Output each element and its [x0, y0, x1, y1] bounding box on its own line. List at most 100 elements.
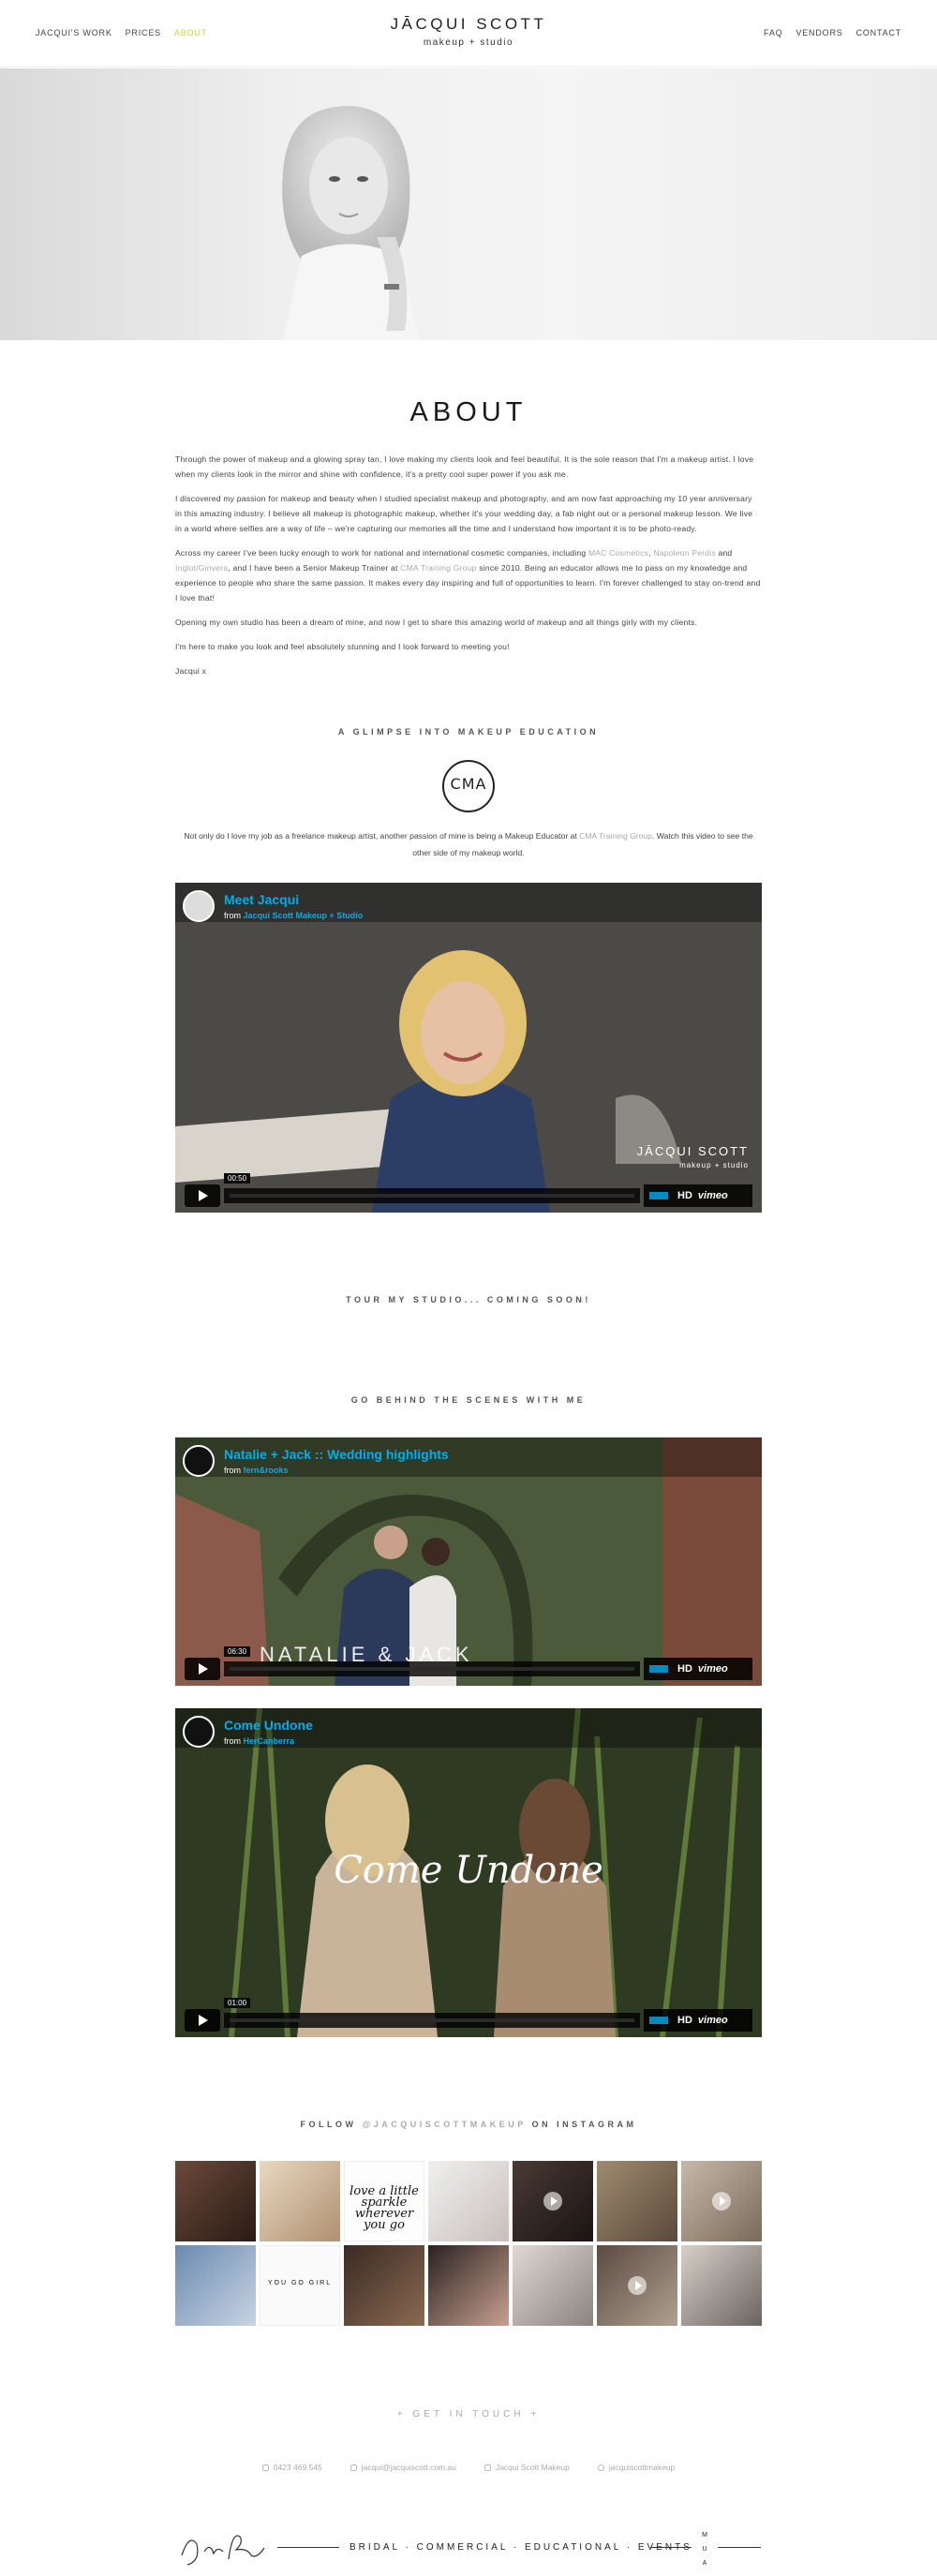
video-control-cluster: HD vimeo: [644, 1184, 752, 1207]
volume-icon[interactable]: [649, 1665, 668, 1673]
video-author-avatar[interactable]: [183, 1716, 215, 1748]
about-paragraph-5: I'm here to make you look and feel absol…: [175, 642, 510, 651]
nav-contact[interactable]: CONTACT: [856, 28, 901, 37]
volume-icon[interactable]: [649, 1192, 668, 1199]
video-duration: 01:00: [224, 1998, 251, 2008]
video-controls: 06:30 HD vimeo: [185, 1646, 752, 1680]
facebook-text: Jacqui Scott Makeup: [495, 2463, 570, 2472]
play-button[interactable]: [185, 2009, 220, 2032]
video-play-icon: [712, 2192, 731, 2211]
hd-toggle[interactable]: HD: [677, 2015, 692, 2026]
instagram-prefix: FOLLOW: [300, 2120, 357, 2129]
instagram-tile[interactable]: [681, 2245, 762, 2326]
cma-logo[interactable]: CMA: [442, 760, 495, 812]
vimeo-logo[interactable]: vimeo: [698, 1190, 728, 1201]
instagram-tile[interactable]: [175, 2245, 256, 2326]
video-from-label: from: [224, 911, 241, 920]
nav-right: FAQ VENDORS CONTACT: [764, 28, 901, 37]
contact-email[interactable]: jacqui@jacquiscott.com.au: [350, 2463, 456, 2472]
instagram-tile[interactable]: [597, 2161, 677, 2241]
link-cma-training-group[interactable]: CMA Training Group: [400, 563, 476, 573]
contact-facebook[interactable]: Jacqui Scott Makeup: [483, 2463, 570, 2472]
link-mac-cosmetics[interactable]: MAC Cosmetics: [588, 548, 648, 558]
video-controls: 01:00 HD vimeo: [185, 1998, 752, 2032]
video-title[interactable]: Come Undone: [224, 1718, 313, 1733]
logo-subtitle: makeup + studio: [423, 37, 514, 48]
instagram-tile[interactable]: [513, 2161, 593, 2241]
about-body: Through the power of makeup and a glowin…: [175, 452, 761, 688]
vimeo-logo[interactable]: vimeo: [698, 1663, 728, 1675]
instagram-tile[interactable]: [344, 2245, 424, 2326]
footer-divider: [650, 2547, 692, 2548]
instagram-quote: YOU GO GIRL: [267, 2280, 333, 2286]
video-watermark: JĀCQUI SCOTT makeup + studio: [637, 1144, 749, 1169]
video-progress-bar[interactable]: [224, 1661, 640, 1676]
instagram-grid: love a little sparkle wherever you go YO…: [175, 2161, 762, 2326]
education-text-part: Not only do I love my job as a freelance…: [184, 831, 580, 841]
video-player-come-undone[interactable]: Come Undone from HerCanberra Come Undone…: [175, 1708, 762, 2037]
video-play-icon: [543, 2192, 562, 2211]
play-button[interactable]: [185, 1658, 220, 1680]
video-control-cluster: HD vimeo: [644, 1658, 752, 1680]
contact-phone[interactable]: 0423 469 545: [261, 2463, 322, 2472]
get-in-touch-link[interactable]: + GET IN TOUCH +: [0, 2409, 937, 2420]
instagram-handle-link[interactable]: @JACQUISCOTTMAKEUP: [363, 2120, 527, 2129]
about-signoff: Jacqui x: [175, 666, 207, 676]
instagram-tile[interactable]: [428, 2245, 509, 2326]
signature-logo: [181, 2535, 265, 2566]
nav-vendors[interactable]: VENDORS: [796, 28, 842, 37]
link-cma-training-group-2[interactable]: CMA Training Group: [579, 831, 652, 841]
video-author-link[interactable]: Jacqui Scott Makeup + Studio: [244, 911, 364, 920]
instagram-tile[interactable]: [260, 2161, 340, 2241]
cma-logo-text: CMA: [450, 775, 487, 793]
video-title[interactable]: Meet Jacqui: [224, 892, 299, 907]
video-overlay-text: Come Undone: [334, 1849, 603, 1892]
video-author-avatar[interactable]: [183, 1445, 215, 1477]
volume-icon[interactable]: [649, 2017, 668, 2024]
footer-mua-text: MUA: [702, 2532, 707, 2567]
video-progress-bar[interactable]: [224, 1188, 640, 1203]
hero-portrait-image: [282, 106, 419, 340]
video-from: from HerCanberra: [224, 1736, 294, 1746]
video-player-wedding[interactable]: Natalie + Jack :: Wedding highlights fro…: [175, 1437, 762, 1686]
video-author-link[interactable]: fern&rooks: [244, 1466, 289, 1475]
video-play-icon: [628, 2276, 647, 2295]
watermark-sub: makeup + studio: [679, 1161, 749, 1169]
instagram-quote: love a little sparkle wherever you go: [350, 2184, 419, 2232]
play-button[interactable]: [185, 1184, 220, 1207]
link-inglot[interactable]: Inglot/Ginvera: [175, 563, 228, 573]
instagram-heading: FOLLOW @JACQUISCOTTMAKEUP ON INSTAGRAM: [0, 2120, 937, 2129]
video-author-avatar[interactable]: [183, 890, 215, 922]
hero-banner: [0, 68, 937, 340]
video-from: from Jacqui Scott Makeup + Studio: [224, 911, 363, 920]
link-napoleon-perdis[interactable]: Napoleon Perdis: [653, 548, 716, 558]
video-author-link[interactable]: HerCanberra: [244, 1736, 295, 1746]
studio-heading: TOUR MY STUDIO... COMING SOON!: [346, 1295, 591, 1304]
video-titlebar: Come Undone from HerCanberra: [175, 1708, 762, 1748]
instagram-text: jacquiscottmakeup: [608, 2463, 676, 2472]
contact-instagram[interactable]: jacquiscottmakeup: [597, 2463, 676, 2472]
education-heading: A GLIMPSE INTO MAKEUP EDUCATION: [337, 727, 600, 737]
instagram-tile[interactable]: love a little sparkle wherever you go: [344, 2161, 424, 2241]
instagram-tile[interactable]: [428, 2161, 509, 2241]
vimeo-logo[interactable]: vimeo: [698, 2015, 728, 2026]
instagram-tile[interactable]: [681, 2161, 762, 2241]
instagram-tile[interactable]: [597, 2245, 677, 2326]
about-p3-text: , and I have been a Senior Makeup Traine…: [228, 563, 401, 573]
video-title[interactable]: Natalie + Jack :: Wedding highlights: [224, 1447, 449, 1462]
nav-faq[interactable]: FAQ: [764, 28, 782, 37]
instagram-tile[interactable]: [175, 2161, 256, 2241]
video-titlebar: Meet Jacqui from Jacqui Scott Makeup + S…: [175, 883, 762, 922]
progress-track: [230, 2018, 634, 2022]
site-header: JACQUI'S WORK PRICES ABOUT JĀCQUI SCOTT …: [0, 0, 937, 67]
video-player-meet-jacqui[interactable]: Meet Jacqui from Jacqui Scott Makeup + S…: [175, 883, 762, 1213]
footer-tagline: BRIDAL · COMMERCIAL · EDUCATIONAL · EVEN…: [350, 2542, 692, 2553]
about-paragraph-4: Opening my own studio has been a dream o…: [175, 618, 698, 627]
progress-track: [230, 1667, 634, 1671]
hd-toggle[interactable]: HD: [677, 1663, 692, 1675]
instagram-tile[interactable]: YOU GO GIRL: [260, 2245, 340, 2326]
video-progress-bar[interactable]: [224, 2013, 640, 2028]
instagram-tile[interactable]: [513, 2245, 593, 2326]
footer-divider: [277, 2547, 339, 2548]
hd-toggle[interactable]: HD: [677, 1190, 692, 1201]
